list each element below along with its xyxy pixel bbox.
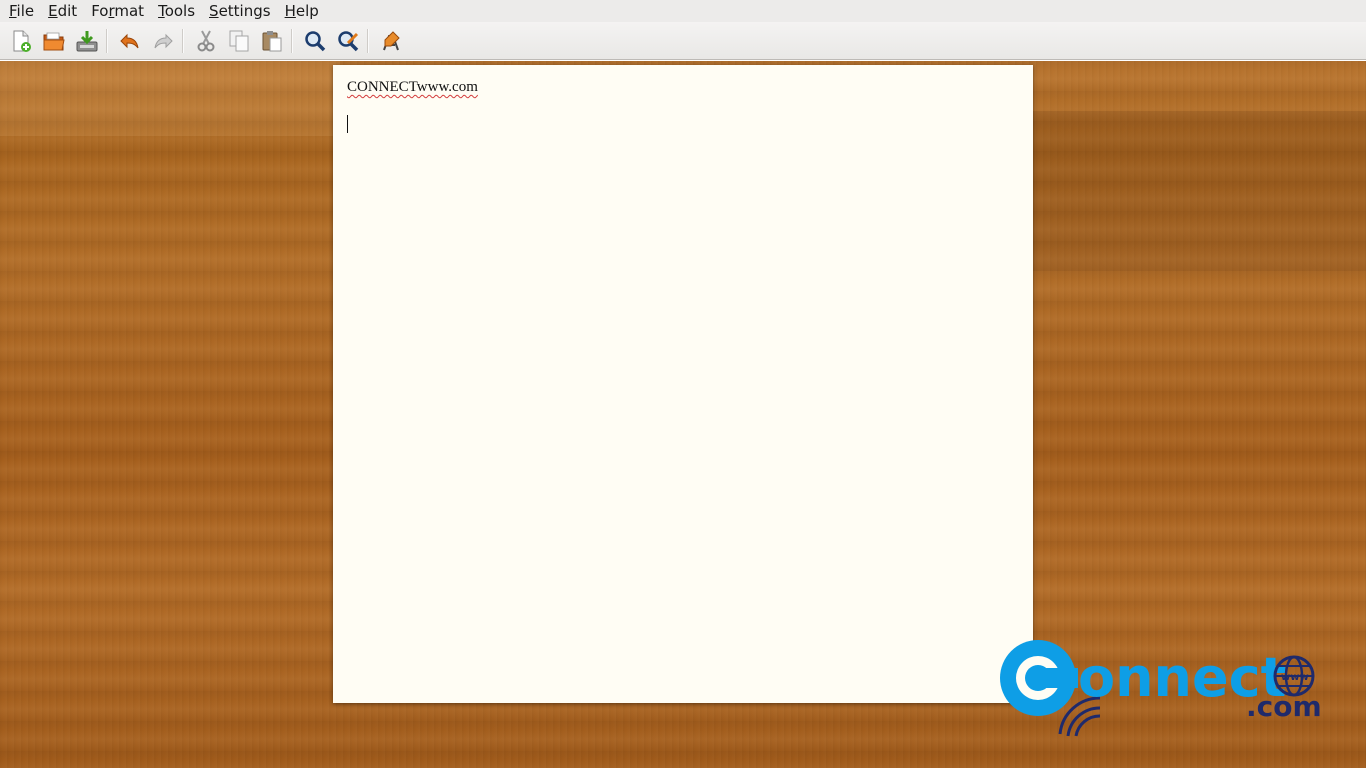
undo-button[interactable] — [115, 26, 145, 56]
cut-button[interactable] — [191, 26, 221, 56]
cut-icon — [197, 30, 215, 51]
menu-format-label-post: mat — [114, 2, 145, 20]
menubar: File Edit Format Tools Settings Help — [0, 0, 1366, 22]
undo-icon — [120, 33, 139, 48]
paste-button[interactable] — [257, 26, 287, 56]
new-document-icon — [13, 30, 31, 52]
menu-format-label-pre: Fo — [91, 2, 109, 20]
menu-file-mnemonic: F — [9, 2, 17, 20]
menu-file[interactable]: File — [9, 2, 34, 20]
redo-icon — [154, 33, 173, 48]
menu-edit[interactable]: Edit — [48, 2, 77, 20]
menu-tools[interactable]: Tools — [158, 2, 195, 20]
copy-button[interactable] — [224, 26, 254, 56]
connect-watermark-logo: onnect www .com — [1000, 640, 1322, 737]
find-replace-icon — [338, 30, 359, 51]
save-icon — [76, 30, 98, 51]
find-button[interactable] — [300, 26, 330, 56]
save-button[interactable] — [72, 26, 102, 56]
menu-help-label: elp — [295, 2, 319, 20]
spellcheck-icon — [383, 30, 400, 50]
watermark-globe-text: www — [1281, 672, 1309, 683]
menu-settings-label: ettings — [218, 2, 271, 20]
toolbar-separator — [367, 28, 369, 53]
watermark-domain-text: .com — [1246, 690, 1322, 723]
find-replace-button[interactable] — [333, 26, 363, 56]
menu-file-label: ile — [16, 2, 35, 20]
menu-edit-label: dit — [57, 2, 78, 20]
menu-edit-mnemonic: E — [48, 2, 58, 20]
toolbar-separator — [291, 28, 293, 53]
open-button[interactable] — [39, 26, 69, 56]
menu-help[interactable]: Help — [285, 2, 319, 20]
toolbar-separator — [182, 28, 184, 53]
toolbar — [0, 22, 1366, 60]
find-icon — [305, 30, 326, 51]
menu-format[interactable]: Format — [91, 2, 144, 20]
paste-icon — [262, 30, 282, 51]
menu-settings[interactable]: Settings — [209, 2, 271, 20]
menu-help-mnemonic: H — [284, 2, 296, 20]
text-cursor — [347, 115, 348, 133]
new-document-button[interactable] — [6, 26, 36, 56]
menu-tools-label: ools — [164, 2, 196, 20]
redo-button[interactable] — [148, 26, 178, 56]
toolbar-separator — [106, 28, 108, 53]
open-folder-icon — [43, 32, 65, 50]
document-page[interactable]: CONNECTwww.com — [333, 65, 1033, 703]
copy-icon — [229, 30, 249, 51]
document-text: CONNECTwww.com — [347, 79, 478, 95]
menu-tools-mnemonic: T — [158, 2, 165, 20]
spellcheck-button[interactable] — [376, 26, 406, 56]
menu-settings-mnemonic: S — [209, 2, 219, 20]
